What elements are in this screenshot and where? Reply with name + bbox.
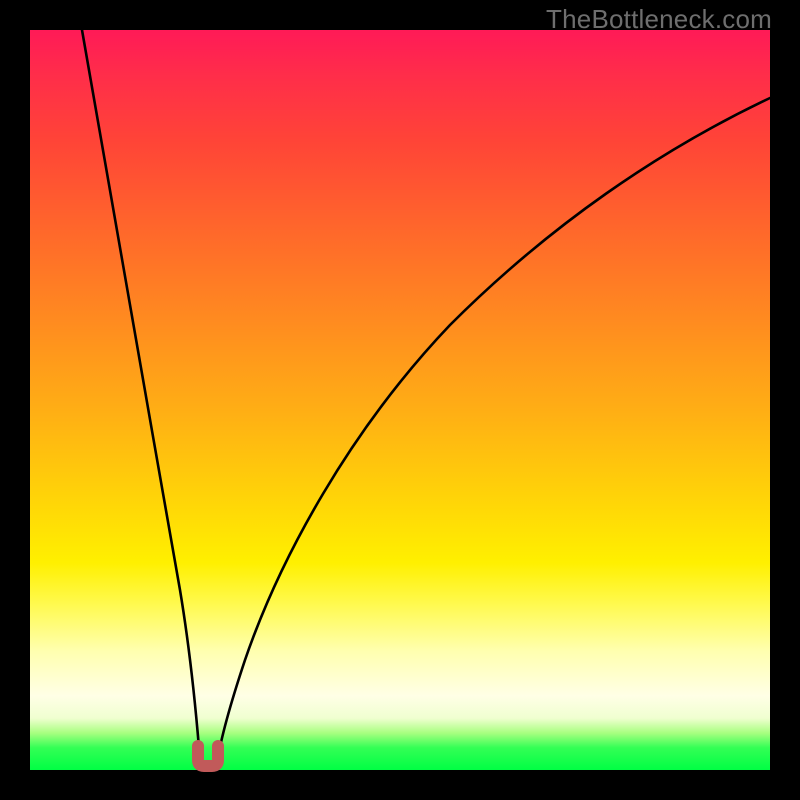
right-curve: [217, 98, 770, 763]
chart-frame: TheBottleneck.com: [0, 0, 800, 800]
bottom-u-marker: [198, 746, 218, 766]
left-curve: [82, 30, 201, 763]
plot-area: [30, 30, 770, 770]
curve-layer: [30, 30, 770, 770]
